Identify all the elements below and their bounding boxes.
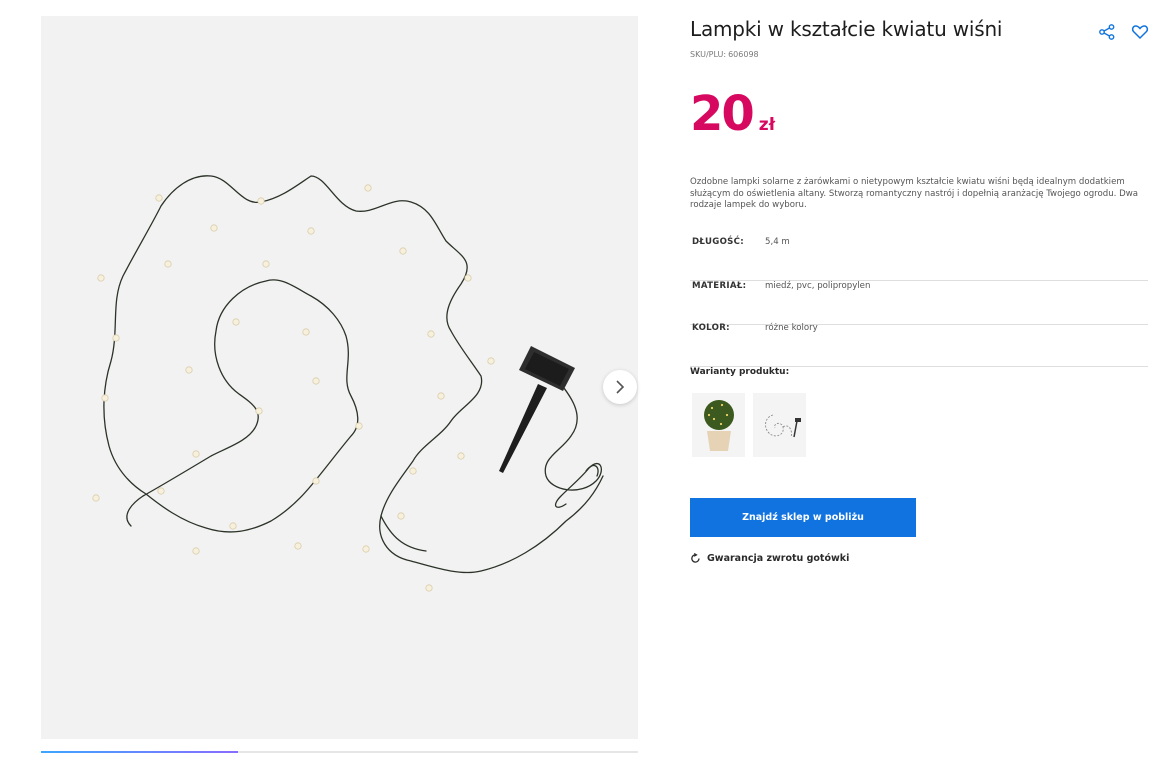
price: 20 zł (690, 86, 775, 142)
attribute-color: KOLOR: różne kolory (690, 323, 1148, 367)
attribute-material: MATERIAŁ: miedź, pvc, polipropylen (690, 281, 1148, 325)
sku-label: SKU/PLU: (690, 50, 727, 59)
blossom-string-lights-thumbnail-icon (765, 414, 801, 438)
product-photo (92, 175, 604, 592)
heart-icon[interactable] (1131, 23, 1149, 41)
product-description: Ozdobne lampki solarne z żarówkami o nie… (690, 177, 1139, 210)
solar-panel (499, 346, 575, 473)
product-title: Lampki w kształcie kwiatu wiśni (690, 17, 1003, 41)
sku-line: SKU/PLU: 606098 (690, 50, 761, 59)
share-icon[interactable] (1098, 23, 1116, 41)
product-image-gallery (41, 16, 638, 739)
attribute-key: DŁUGOŚĆ: (692, 237, 745, 247)
attribute-key: MATERIAŁ: (692, 281, 747, 291)
variant-blossom-string-lights[interactable] (753, 393, 806, 457)
price-currency: zł (758, 115, 775, 135)
attribute-key: KOLOR: (692, 323, 730, 333)
guarantee-label: Gwarancja zwrotu gotówki (707, 553, 850, 564)
refresh-icon (691, 553, 700, 563)
attribute-value: 5,4 m (765, 237, 790, 247)
money-back-guarantee[interactable]: Gwarancja zwrotu gotówki (690, 553, 849, 564)
attribute-length: DŁUGOŚĆ: 5,4 m (690, 237, 1148, 281)
price-value: 20 (690, 86, 755, 142)
variants-label: Warianty produktu: (690, 367, 790, 377)
variant-topiary-lights[interactable] (692, 393, 745, 457)
attribute-value: miedź, pvc, polipropylen (765, 281, 871, 291)
topiary-lights-thumbnail-icon (704, 400, 734, 451)
gallery-progress-fill (41, 751, 238, 753)
chevron-right-icon (616, 380, 625, 394)
attribute-value: różne kolory (765, 323, 818, 333)
gallery-progress-bar (41, 751, 638, 753)
sku-value: 606098 (728, 50, 759, 59)
gallery-next-button[interactable] (603, 370, 637, 404)
find-store-button[interactable]: Znajdź sklep w pobliżu (690, 498, 916, 537)
